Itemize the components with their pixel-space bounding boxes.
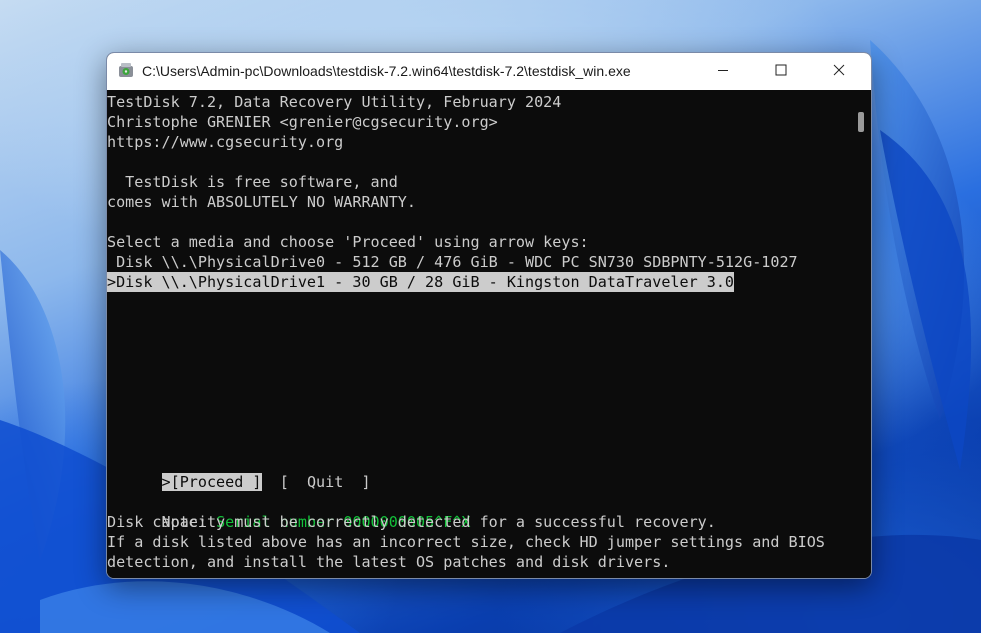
capacity-note: Disk capacity must be correctly detected… (107, 513, 716, 531)
select-media-prompt: Select a media and choose 'Proceed' usin… (107, 233, 589, 251)
testdisk-window[interactable]: C:\Users\Admin-pc\Downloads\testdisk-7.2… (106, 52, 872, 579)
author-line: Christophe GRENIER <grenier@cgsecurity.o… (107, 113, 498, 131)
patches-note: detection, and install the latest OS pat… (107, 553, 671, 571)
maximize-button[interactable] (758, 53, 804, 90)
scrollbar-thumb[interactable] (858, 112, 864, 132)
warranty-line: comes with ABSOLUTELY NO WARRANTY. (107, 193, 416, 211)
console-output[interactable]: TestDisk 7.2, Data Recovery Utility, Feb… (107, 90, 855, 578)
license-line: TestDisk is free software, and (107, 173, 398, 191)
close-icon (833, 63, 845, 81)
minimize-button[interactable] (700, 53, 746, 90)
maximize-icon (775, 63, 787, 81)
proceed-button[interactable]: >[Proceed ] (161, 473, 262, 491)
close-button[interactable] (816, 53, 862, 90)
title-bar[interactable]: C:\Users\Admin-pc\Downloads\testdisk-7.2… (107, 53, 871, 90)
menu-row: >[Proceed ] [ Quit ] (107, 452, 371, 491)
incorrect-size-note: If a disk listed above has an incorrect … (107, 533, 825, 551)
disk-option-physicaldrive0[interactable]: Disk \\.\PhysicalDrive0 - 512 GB / 476 G… (107, 252, 798, 272)
website-line: https://www.cgsecurity.org (107, 133, 344, 151)
note-line: Note: Serial number 0000000005^F^X (107, 492, 471, 531)
testdisk-app-icon (117, 62, 135, 80)
vertical-scrollbar[interactable] (855, 90, 871, 578)
window-title: C:\Users\Admin-pc\Downloads\testdisk-7.2… (142, 63, 631, 79)
quit-button[interactable]: [ Quit ] (280, 473, 371, 491)
disk-option-physicaldrive1-selected[interactable]: >Disk \\.\PhysicalDrive1 - 30 GB / 28 Gi… (107, 272, 735, 292)
header-line: TestDisk 7.2, Data Recovery Utility, Feb… (107, 93, 562, 111)
minimize-icon (717, 63, 729, 81)
